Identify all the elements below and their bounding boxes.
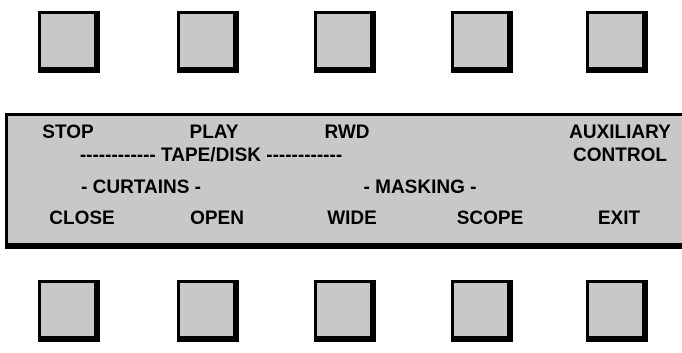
scope-button[interactable] [451, 280, 513, 342]
label-display-panel: STOP PLAY RWD AUXILIARY ------------ TAP… [5, 113, 682, 249]
soft-key-top-5[interactable] [586, 11, 648, 73]
wide-button[interactable] [314, 280, 376, 342]
stop-label: STOP [42, 122, 94, 143]
soft-key-top-4[interactable] [451, 11, 513, 73]
close-label: CLOSE [49, 208, 115, 229]
masking-group-label: - MASKING - [363, 177, 477, 198]
open-label: OPEN [190, 208, 244, 229]
soft-key-top-3[interactable] [314, 11, 376, 73]
close-button[interactable] [38, 280, 100, 342]
wide-label: WIDE [327, 208, 377, 229]
exit-label: EXIT [597, 208, 641, 229]
tape-disk-label: ------------ TAPE/DISK ------------ [79, 145, 343, 166]
play-label: PLAY [189, 122, 239, 143]
scope-label: SCOPE [456, 208, 524, 229]
control-label: CONTROL [573, 145, 667, 166]
open-button[interactable] [177, 280, 239, 342]
curtains-group-label: - CURTAINS - [81, 177, 201, 198]
exit-button[interactable] [586, 280, 648, 342]
auxiliary-label: AUXILIARY [569, 122, 671, 143]
rwd-label: RWD [324, 122, 370, 143]
soft-key-top-2[interactable] [177, 11, 239, 73]
soft-key-top-1[interactable] [38, 11, 100, 73]
